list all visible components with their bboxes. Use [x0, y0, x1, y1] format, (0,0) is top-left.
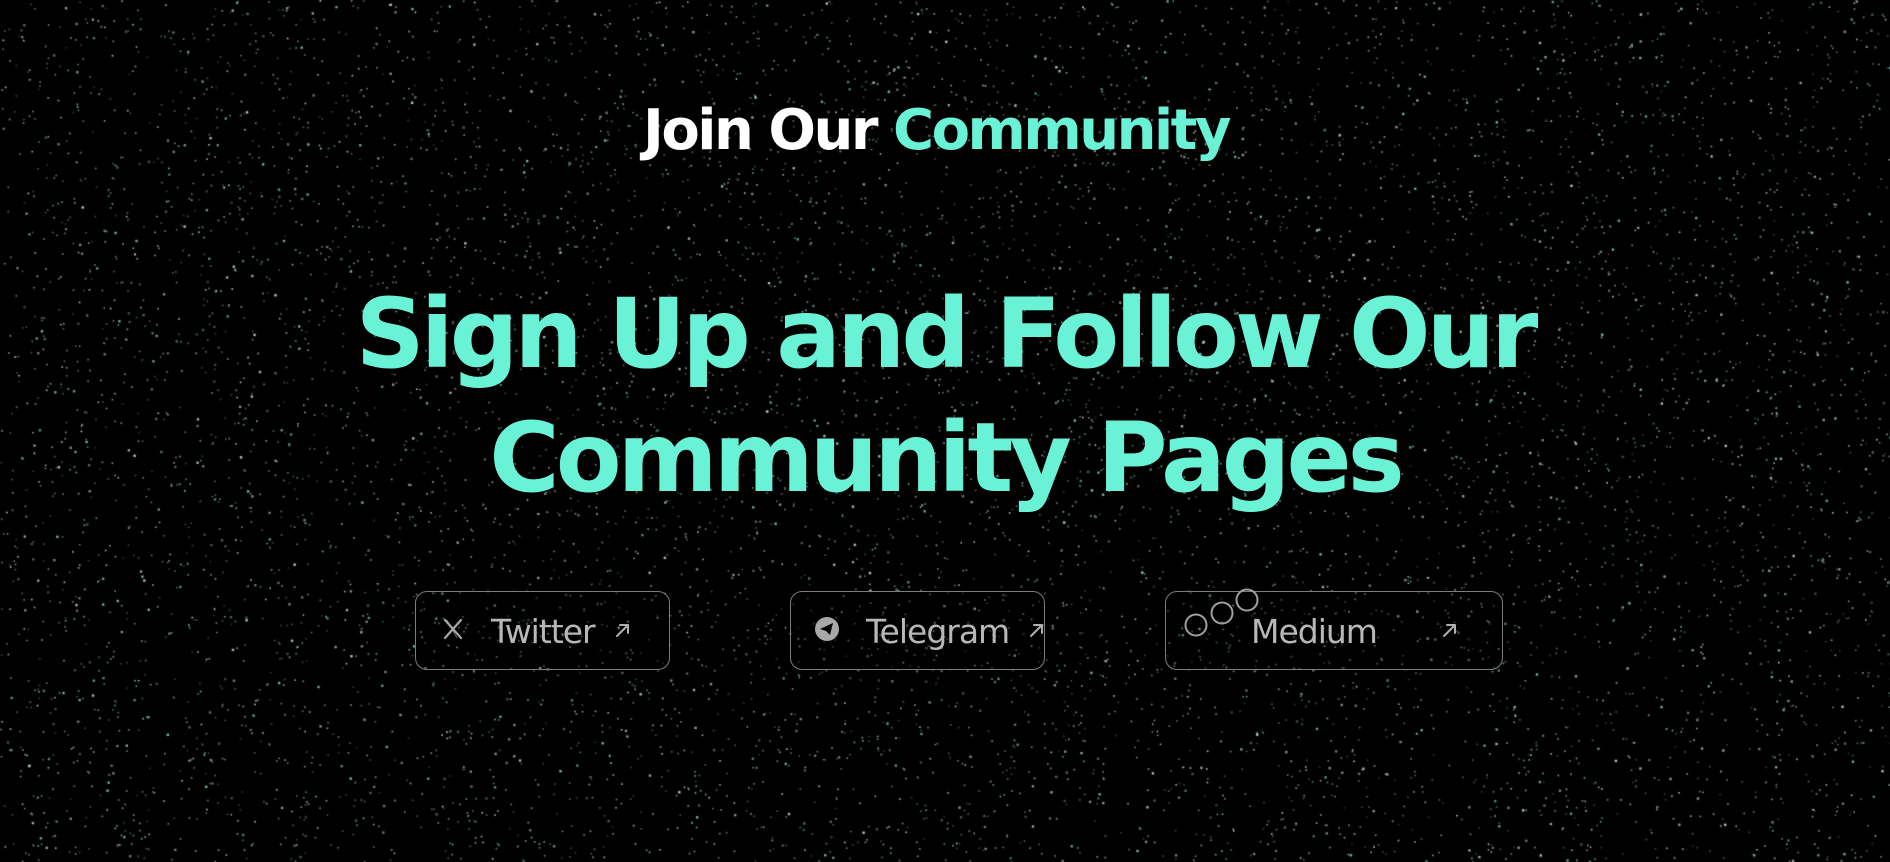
twitter-label: Twitter	[491, 612, 596, 651]
arrow-up-right-icon	[1030, 624, 1043, 637]
section-eyebrow: Join Our Community	[643, 95, 1231, 167]
eyebrow-text-accent: Community	[892, 98, 1231, 163]
headline-line-1: Sign Up and Follow Our	[355, 278, 1539, 390]
arrow-up-right-icon	[1443, 624, 1456, 637]
telegram-label: Telegram	[866, 612, 1010, 651]
arrow-up-right-icon	[616, 624, 629, 637]
telegram-link-button[interactable]: Telegram	[790, 591, 1045, 670]
telegram-icon	[815, 617, 839, 641]
x-logo-icon	[443, 618, 463, 640]
medium-label: Medium	[1251, 612, 1378, 651]
headline-line-2: Community Pages	[489, 402, 1404, 514]
medium-link-button[interactable]: Medium	[1165, 588, 1503, 670]
page-headline: Sign Up and Follow Our Community Pages	[0, 272, 1890, 520]
eyebrow-text-white: Join Our	[643, 98, 878, 163]
twitter-link-button[interactable]: Twitter	[415, 591, 670, 670]
